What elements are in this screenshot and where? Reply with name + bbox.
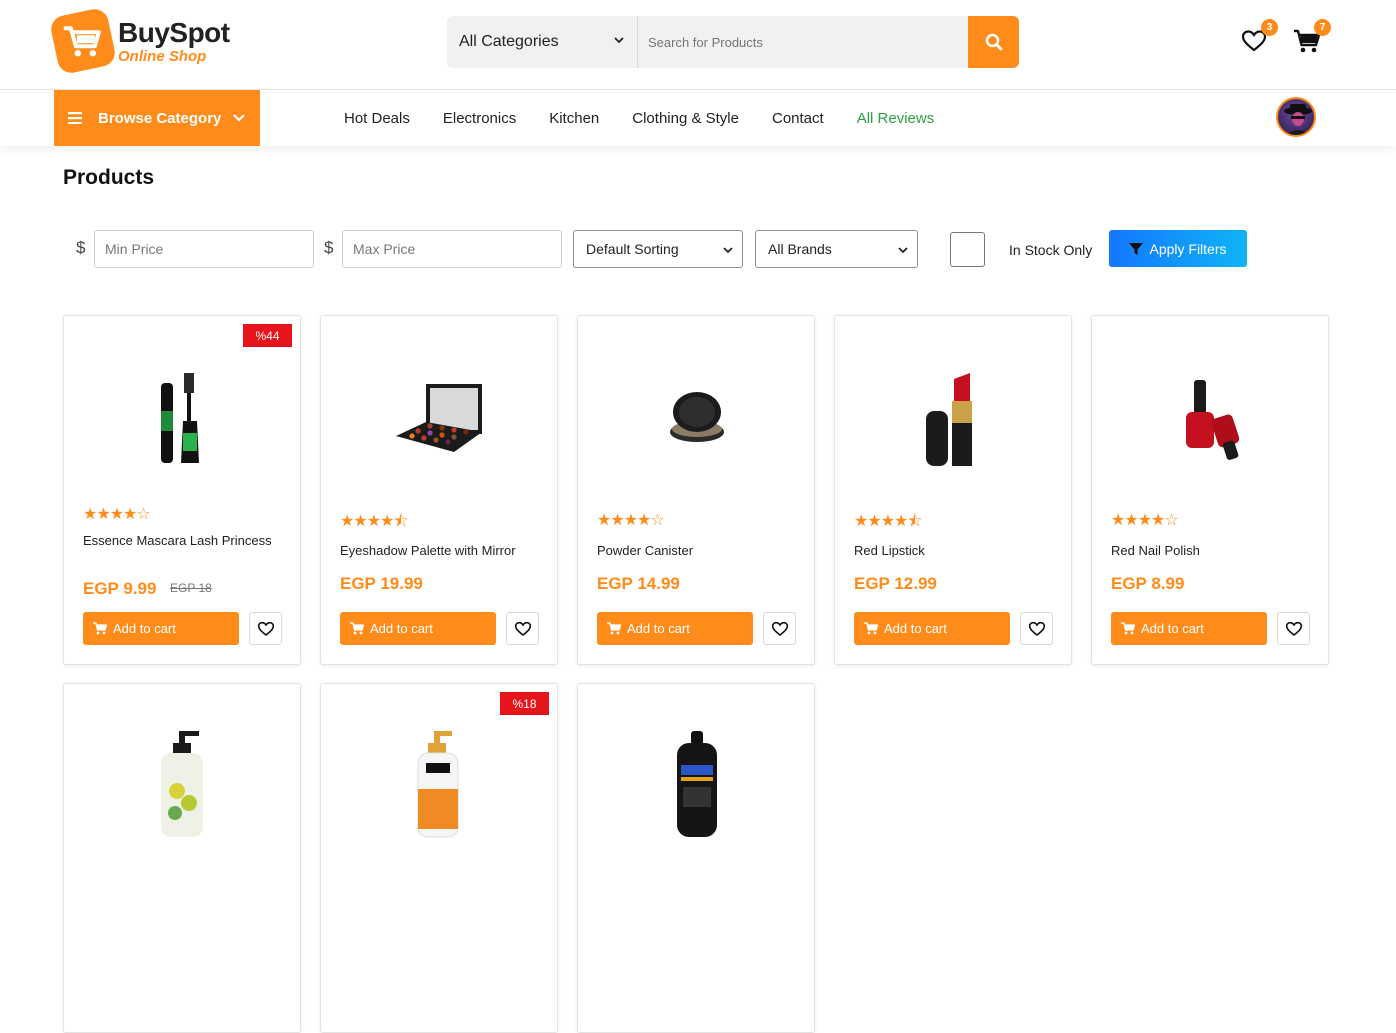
wishlist-button[interactable]: 3 [1238,19,1278,57]
rating-stars: ★★★★☆ [1111,512,1179,529]
browse-category-label: Browse Category [98,109,222,127]
search-icon [985,33,1002,51]
product-price: EGP 14.99 [597,574,680,593]
product-card[interactable] [63,683,301,1033]
discount-badge: %18 [500,692,549,715]
add-to-cart-button[interactable]: Add to cart [83,612,239,645]
product-price: EGP 12.99 [854,574,937,593]
product-old-price: EGP 18 [170,581,212,595]
cart-icon [1121,622,1135,635]
sorting-select[interactable]: Default Sorting [573,230,743,268]
heart-icon [1028,621,1045,636]
product-price: EGP 8.99 [1111,574,1185,593]
chevron-down-icon [723,247,733,254]
rating-stars: ★★★★☆ [597,512,665,529]
max-price-input[interactable]: Max Price [342,230,562,268]
product-image-vaseline-lotion[interactable] [578,724,816,844]
product-image-powder-canister[interactable] [578,346,816,496]
product-name[interactable]: Red Nail Polish [1111,542,1316,560]
filter-icon [1129,242,1144,255]
add-to-wishlist-button[interactable] [1277,612,1310,645]
cart-icon [607,622,621,635]
cart-button[interactable]: 7 [1291,19,1331,57]
add-to-wishlist-button[interactable] [1020,612,1053,645]
product-name[interactable]: Powder Canister [597,542,802,560]
chevron-down-icon [614,37,624,44]
product-image-red-lipstick[interactable] [835,346,1073,496]
rating-stars: ★★★★⯪ [854,513,923,530]
nav-link-hot-deals[interactable]: Hot Deals [344,110,410,127]
product-name[interactable]: Red Lipstick [854,542,1059,560]
brand-select[interactable]: All Brands [755,230,918,268]
heart-icon [257,621,274,636]
nav-link-kitchen[interactable]: Kitchen [549,110,599,127]
product-name[interactable]: Eyeshadow Palette with Mirror [340,542,545,560]
product-card[interactable]: %18 [320,683,558,1033]
product-image-olay-body-wash[interactable] [321,724,559,844]
top-header: BuySpot Online Shop All Categories 3 7 [0,0,1396,90]
product-card[interactable] [577,683,815,1033]
product-image-eyeshadow-palette[interactable] [321,346,559,496]
heart-icon [514,621,531,636]
product-image-red-nail-polish[interactable] [1092,346,1330,496]
product-image-mascara[interactable] [64,346,302,496]
chevron-down-icon [233,114,245,122]
search-bar: All Categories [447,16,1019,68]
cart-icon [350,622,364,635]
apply-filters-button[interactable]: Apply Filters [1109,230,1247,267]
nav-link-all-reviews[interactable]: All Reviews [857,110,935,127]
add-to-cart-button[interactable]: Add to cart [1111,612,1267,645]
add-to-cart-button[interactable]: Add to cart [340,612,496,645]
max-currency-symbol: $ [324,238,334,257]
product-price: EGP 19.99 [340,574,423,593]
nav-links: Hot Deals Electronics Kitchen Clothing &… [344,90,967,146]
user-avatar[interactable] [1276,97,1316,137]
chevron-down-icon [898,247,908,254]
add-to-cart-button[interactable]: Add to cart [597,612,753,645]
product-card[interactable]: %44 ★★★★☆ Essence Mascara Lash Princess … [63,315,301,665]
wishlist-count-badge: 3 [1261,19,1278,36]
product-card[interactable]: ★★★★☆ Powder Canister EGP 14.99 Add to c… [577,315,815,665]
in-stock-label: In Stock Only [1009,242,1093,258]
cart-icon [93,622,107,635]
product-card[interactable]: ★★★★☆ Red Nail Polish EGP 8.99 Add to ca… [1091,315,1329,665]
heart-icon [771,621,788,636]
add-to-cart-button[interactable]: Add to cart [854,612,1010,645]
heart-icon [1285,621,1302,636]
add-to-wishlist-button[interactable] [506,612,539,645]
add-to-wishlist-button[interactable] [249,612,282,645]
product-image-lotion-bottle[interactable] [64,724,302,844]
filter-bar: $ Min Price $ Max Price Default Sorting … [76,230,1276,268]
product-price: EGP 9.99 [83,579,157,598]
search-button[interactable] [968,16,1019,68]
brand-logo[interactable]: BuySpot Online Shop [48,6,234,76]
cart-count-badge: 7 [1314,19,1331,36]
cart-icon [864,622,878,635]
product-card[interactable]: ★★★★⯪ Red Lipstick EGP 12.99 Add to cart [834,315,1072,665]
product-name[interactable]: Essence Mascara Lash Princess [83,532,288,550]
rating-stars: ★★★★⯪ [340,513,409,530]
in-stock-checkbox[interactable] [950,232,985,267]
menu-icon [68,112,82,124]
discount-badge: %44 [243,324,292,347]
nav-link-clothing-style[interactable]: Clothing & Style [632,110,739,127]
cart-logo-icon [48,6,118,76]
search-input[interactable] [638,16,968,68]
add-to-wishlist-button[interactable] [763,612,796,645]
nav-link-electronics[interactable]: Electronics [443,110,516,127]
rating-stars: ★★★★☆ [83,506,151,523]
main-nav: Browse Category Hot Deals Electronics Ki… [0,90,1396,146]
min-currency-symbol: $ [76,238,86,257]
category-select[interactable]: All Categories [447,16,638,68]
brand-title: BuySpot [118,16,230,48]
min-price-input[interactable]: Min Price [94,230,314,268]
product-card[interactable]: ★★★★⯪ Eyeshadow Palette with Mirror EGP … [320,315,558,665]
brand-subtitle: Online Shop [118,47,207,65]
browse-category-button[interactable]: Browse Category [54,90,260,146]
page-title: Products [63,166,155,189]
nav-link-contact[interactable]: Contact [772,110,824,127]
